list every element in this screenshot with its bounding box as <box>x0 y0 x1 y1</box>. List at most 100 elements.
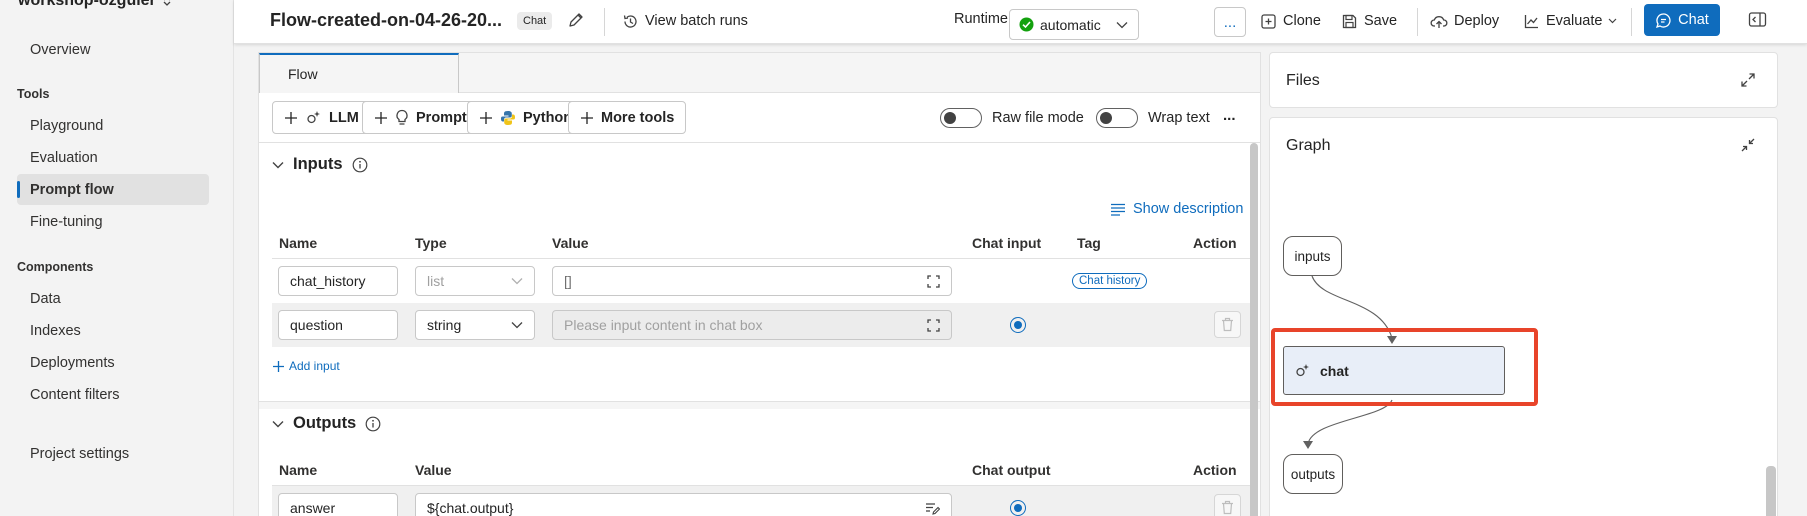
info-icon <box>352 157 367 172</box>
nav-item-project-settings[interactable]: Project settings <box>17 438 209 469</box>
graph-node-outputs[interactable]: outputs <box>1283 454 1343 494</box>
more-tools-label: More tools <box>601 109 675 126</box>
editor-tab-strip: Flow <box>259 53 1260 93</box>
col-action: Action <box>1193 462 1237 478</box>
col-type: Type <box>415 235 447 251</box>
evaluate-menu-button[interactable]: Evaluate <box>1523 9 1617 33</box>
input-name-field[interactable]: chat_history <box>278 266 398 296</box>
add-input-button[interactable]: Add input <box>272 359 340 373</box>
table-row: chat_history list [] Chat history <box>272 259 1253 303</box>
plus-icon <box>581 111 593 124</box>
chevron-down-icon <box>511 278 523 285</box>
tag-chat-history: Chat history <box>1072 273 1148 289</box>
trash-icon <box>1222 500 1233 515</box>
nav-item-label: Evaluation <box>30 149 98 166</box>
output-value-text: ${chat.output} <box>427 500 514 516</box>
nav-item-evaluation[interactable]: Evaluation <box>17 142 209 173</box>
plus-icon <box>285 111 297 124</box>
graph-scrollbar[interactable] <box>1766 466 1776 516</box>
chat-output-radio[interactable] <box>1010 500 1026 516</box>
files-panel: Files <box>1269 52 1778 108</box>
table-row: question string Please input content in … <box>272 303 1253 347</box>
project-selector[interactable]: workshop-ozguler <box>18 0 172 10</box>
add-llm-label: LLM <box>329 109 359 126</box>
input-value-field[interactable]: [] <box>552 266 952 296</box>
plus-icon <box>273 360 284 372</box>
nav-item-label: Prompt flow <box>30 181 114 198</box>
chat-button[interactable]: Chat <box>1644 4 1720 36</box>
more-tools-button[interactable]: More tools <box>568 101 687 134</box>
save-button[interactable]: Save <box>1341 9 1397 33</box>
left-nav: workshop-ozguler Overview Tools Playgrou… <box>0 0 234 516</box>
nav-item-indexes[interactable]: Indexes <box>17 315 209 346</box>
nav-item-playground[interactable]: Playground <box>17 110 209 141</box>
chevron-down-icon <box>1609 18 1617 24</box>
col-chat-output: Chat output <box>972 462 1051 478</box>
toggle-panel-button[interactable] <box>1748 11 1767 28</box>
plus-icon <box>480 111 492 124</box>
input-value-placeholder: Please input content in chat box <box>564 317 763 333</box>
col-value: Value <box>552 235 589 251</box>
chevron-down-icon <box>272 161 284 168</box>
nav-item-data[interactable]: Data <box>17 283 209 314</box>
input-name-field[interactable]: question <box>278 310 398 340</box>
chart-evaluate-icon <box>1524 14 1538 28</box>
col-value: Value <box>415 462 452 478</box>
chat-bubble-icon <box>1656 12 1671 28</box>
trash-icon <box>1222 317 1233 332</box>
graph-node-chat-label: chat <box>1320 362 1349 379</box>
deploy-button[interactable]: Deploy <box>1430 9 1499 33</box>
flow-editor-panel: Flow LLM Prompt Python More tools Raw fi… <box>258 52 1261 516</box>
tab-flow[interactable]: Flow <box>259 53 459 93</box>
wrap-text-toggle[interactable] <box>1096 108 1138 128</box>
flow-toolbar: Flow-created-on-04-26-20... Chat View ba… <box>234 0 1807 44</box>
nav-item-label: Fine-tuning <box>30 213 103 230</box>
show-description-link[interactable]: Show description <box>1110 201 1243 217</box>
input-type-select[interactable]: string <box>415 310 535 340</box>
raw-file-mode-toggle[interactable] <box>940 108 982 128</box>
editor-scrollbar[interactable] <box>1250 143 1258 516</box>
nav-item-label: Deployments <box>30 354 115 371</box>
delete-input-button[interactable] <box>1214 311 1241 338</box>
input-type-select[interactable]: list <box>415 266 535 296</box>
add-prompt-button[interactable]: Prompt <box>362 101 479 134</box>
nav-item-overview[interactable]: Overview <box>17 34 209 65</box>
nav-item-fine-tuning[interactable]: Fine-tuning <box>17 206 209 237</box>
chat-input-radio[interactable] <box>1010 317 1026 333</box>
graph-node-chat[interactable]: chat <box>1283 346 1505 395</box>
history-icon <box>623 14 637 28</box>
view-batch-runs-button[interactable]: View batch runs <box>622 9 748 33</box>
clone-button[interactable]: Clone <box>1260 9 1321 33</box>
nav-item-label: Overview <box>30 41 91 58</box>
evaluate-label: Evaluate <box>1546 13 1603 29</box>
nav-item-label: Playground <box>30 117 104 134</box>
col-name: Name <box>279 462 318 478</box>
nav-item-label: Content filters <box>30 386 120 403</box>
divider <box>1631 8 1632 36</box>
chevron-down-icon <box>511 322 523 329</box>
flow-title: Flow-created-on-04-26-20... <box>270 10 503 30</box>
add-llm-button[interactable]: LLM <box>272 101 371 134</box>
add-python-button[interactable]: Python <box>467 101 585 134</box>
graph-edges <box>1303 275 1397 449</box>
nav-item-content-filters[interactable]: Content filters <box>17 379 209 410</box>
delete-output-button[interactable] <box>1214 494 1241 516</box>
chevron-down-icon <box>272 420 284 427</box>
edit-name-button[interactable] <box>566 10 586 30</box>
inputs-section-header[interactable]: Inputs <box>272 155 368 174</box>
col-tag: Tag <box>1077 235 1101 251</box>
nav-item-deployments[interactable]: Deployments <box>17 347 209 378</box>
runtime-select[interactable]: automatic <box>1009 9 1139 40</box>
nav-item-prompt-flow[interactable]: Prompt flow <box>17 174 209 205</box>
output-value-field[interactable]: ${chat.output} <box>415 493 952 516</box>
more-options-button[interactable]: ... <box>1214 7 1246 37</box>
plus-icon <box>375 111 387 124</box>
expand-files-button[interactable] <box>1740 72 1756 88</box>
add-python-label: Python <box>523 109 573 126</box>
editor-more-button[interactable]: ... <box>1223 107 1236 124</box>
output-name-field[interactable]: answer <box>278 493 398 516</box>
outputs-section-header[interactable]: Outputs <box>272 414 381 433</box>
graph-node-inputs[interactable]: inputs <box>1283 236 1342 276</box>
input-value-field[interactable]: Please input content in chat box <box>552 310 952 340</box>
section-divider <box>259 401 1260 409</box>
